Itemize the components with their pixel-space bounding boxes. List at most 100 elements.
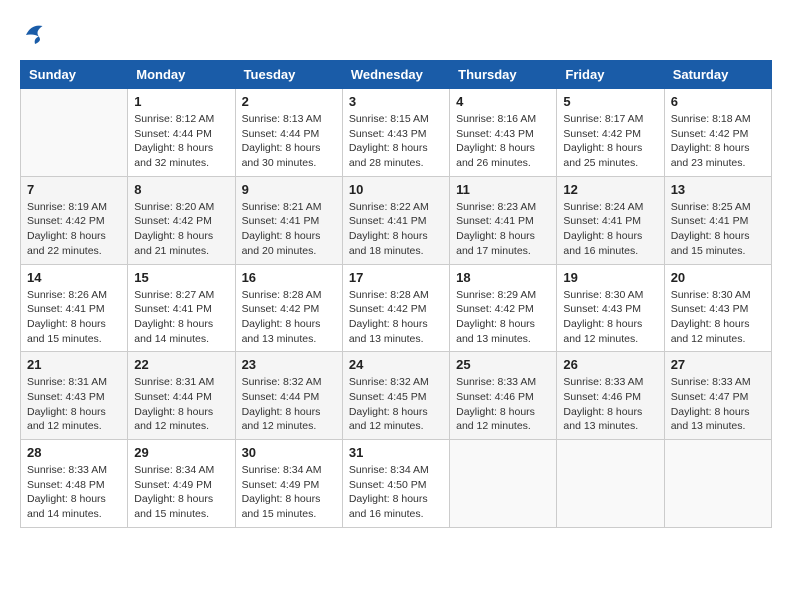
day-number: 16 <box>242 270 336 285</box>
calendar-cell: 11 Sunrise: 8:23 AMSunset: 4:41 PMDayligh… <box>450 176 557 264</box>
day-number: 24 <box>349 357 443 372</box>
day-info: Sunrise: 8:25 AMSunset: 4:41 PMDaylight:… <box>671 200 765 259</box>
day-info: Sunrise: 8:12 AMSunset: 4:44 PMDaylight:… <box>134 112 228 171</box>
weekday-header-row: SundayMondayTuesdayWednesdayThursdayFrid… <box>21 61 772 89</box>
day-info: Sunrise: 8:15 AMSunset: 4:43 PMDaylight:… <box>349 112 443 171</box>
calendar-cell: 25Sunrise: 8:33 AMSunset: 4:46 PMDayligh… <box>450 352 557 440</box>
weekday-header-tuesday: Tuesday <box>235 61 342 89</box>
logo <box>20 20 54 50</box>
logo-icon <box>20 20 50 50</box>
day-info: Sunrise: 8:22 AMSunset: 4:41 PMDaylight:… <box>349 200 443 259</box>
calendar-cell: 13 Sunrise: 8:25 AMSunset: 4:41 PMDayligh… <box>664 176 771 264</box>
day-info: Sunrise: 8:18 AMSunset: 4:42 PMDaylight:… <box>671 112 765 171</box>
day-info: Sunrise: 8:32 AMSunset: 4:44 PMDaylight:… <box>242 375 336 434</box>
weekday-header-wednesday: Wednesday <box>342 61 449 89</box>
day-info: Sunrise: 8:33 AMSunset: 4:46 PMDaylight:… <box>456 375 550 434</box>
day-info: Sunrise: 8:28 AMSunset: 4:42 PMDaylight:… <box>349 288 443 347</box>
calendar-cell: 15 Sunrise: 8:27 AMSunset: 4:41 PMDayligh… <box>128 264 235 352</box>
day-info: Sunrise: 8:17 AMSunset: 4:42 PMDaylight:… <box>563 112 657 171</box>
day-number: 23 <box>242 357 336 372</box>
day-info: Sunrise: 8:27 AMSunset: 4:41 PMDaylight:… <box>134 288 228 347</box>
calendar-cell: 2 Sunrise: 8:13 AMSunset: 4:44 PMDaylight… <box>235 89 342 177</box>
weekday-header-friday: Friday <box>557 61 664 89</box>
calendar-cell: 26Sunrise: 8:33 AMSunset: 4:46 PMDayligh… <box>557 352 664 440</box>
calendar-week-row: 14 Sunrise: 8:26 AMSunset: 4:41 PMDayligh… <box>21 264 772 352</box>
day-info: Sunrise: 8:32 AMSunset: 4:45 PMDaylight:… <box>349 375 443 434</box>
calendar-cell: 5 Sunrise: 8:17 AMSunset: 4:42 PMDaylight… <box>557 89 664 177</box>
day-number: 31 <box>349 445 443 460</box>
day-number: 29 <box>134 445 228 460</box>
calendar-cell: 30 Sunrise: 8:34 AMSunset: 4:49 PMDayligh… <box>235 440 342 528</box>
calendar-cell: 4 Sunrise: 8:16 AMSunset: 4:43 PMDaylight… <box>450 89 557 177</box>
day-info: Sunrise: 8:29 AMSunset: 4:42 PMDaylight:… <box>456 288 550 347</box>
calendar-cell <box>664 440 771 528</box>
calendar-cell <box>450 440 557 528</box>
day-number: 22 <box>134 357 228 372</box>
day-info: Sunrise: 8:31 AMSunset: 4:44 PMDaylight:… <box>134 375 228 434</box>
calendar-cell: 16 Sunrise: 8:28 AMSunset: 4:42 PMDayligh… <box>235 264 342 352</box>
day-info: Sunrise: 8:13 AMSunset: 4:44 PMDaylight:… <box>242 112 336 171</box>
day-info: Sunrise: 8:28 AMSunset: 4:42 PMDaylight:… <box>242 288 336 347</box>
day-info: Sunrise: 8:20 AMSunset: 4:42 PMDaylight:… <box>134 200 228 259</box>
day-info: Sunrise: 8:30 AMSunset: 4:43 PMDaylight:… <box>671 288 765 347</box>
day-number: 8 <box>134 182 228 197</box>
calendar-cell: 3 Sunrise: 8:15 AMSunset: 4:43 PMDaylight… <box>342 89 449 177</box>
day-number: 5 <box>563 94 657 109</box>
day-info: Sunrise: 8:26 AMSunset: 4:41 PMDaylight:… <box>27 288 121 347</box>
calendar-cell: 31 Sunrise: 8:34 AMSunset: 4:50 PMDayligh… <box>342 440 449 528</box>
calendar-cell: 1 Sunrise: 8:12 AMSunset: 4:44 PMDaylight… <box>128 89 235 177</box>
day-info: Sunrise: 8:19 AMSunset: 4:42 PMDaylight:… <box>27 200 121 259</box>
page-header <box>20 20 772 50</box>
day-info: Sunrise: 8:34 AMSunset: 4:49 PMDaylight:… <box>242 463 336 522</box>
day-info: Sunrise: 8:33 AMSunset: 4:48 PMDaylight:… <box>27 463 121 522</box>
day-number: 20 <box>671 270 765 285</box>
calendar-cell: 9 Sunrise: 8:21 AMSunset: 4:41 PMDaylight… <box>235 176 342 264</box>
day-number: 10 <box>349 182 443 197</box>
day-number: 2 <box>242 94 336 109</box>
calendar-cell: 29Sunrise: 8:34 AMSunset: 4:49 PMDayligh… <box>128 440 235 528</box>
day-number: 7 <box>27 182 121 197</box>
calendar-cell: 14 Sunrise: 8:26 AMSunset: 4:41 PMDayligh… <box>21 264 128 352</box>
calendar-week-row: 1 Sunrise: 8:12 AMSunset: 4:44 PMDaylight… <box>21 89 772 177</box>
day-info: Sunrise: 8:31 AMSunset: 4:43 PMDaylight:… <box>27 375 121 434</box>
day-number: 6 <box>671 94 765 109</box>
day-number: 28 <box>27 445 121 460</box>
calendar-cell: 18Sunrise: 8:29 AMSunset: 4:42 PMDayligh… <box>450 264 557 352</box>
day-info: Sunrise: 8:30 AMSunset: 4:43 PMDaylight:… <box>563 288 657 347</box>
day-number: 30 <box>242 445 336 460</box>
day-number: 1 <box>134 94 228 109</box>
calendar-cell: 23 Sunrise: 8:32 AMSunset: 4:44 PMDayligh… <box>235 352 342 440</box>
calendar-cell: 6 Sunrise: 8:18 AMSunset: 4:42 PMDaylight… <box>664 89 771 177</box>
day-info: Sunrise: 8:33 AMSunset: 4:47 PMDaylight:… <box>671 375 765 434</box>
day-number: 17 <box>349 270 443 285</box>
day-info: Sunrise: 8:34 AMSunset: 4:50 PMDaylight:… <box>349 463 443 522</box>
day-number: 3 <box>349 94 443 109</box>
day-info: Sunrise: 8:24 AMSunset: 4:41 PMDaylight:… <box>563 200 657 259</box>
day-info: Sunrise: 8:16 AMSunset: 4:43 PMDaylight:… <box>456 112 550 171</box>
day-number: 9 <box>242 182 336 197</box>
day-number: 15 <box>134 270 228 285</box>
calendar-cell: 22 Sunrise: 8:31 AMSunset: 4:44 PMDayligh… <box>128 352 235 440</box>
calendar-cell: 20 Sunrise: 8:30 AMSunset: 4:43 PMDayligh… <box>664 264 771 352</box>
calendar-table: SundayMondayTuesdayWednesdayThursdayFrid… <box>20 60 772 528</box>
day-number: 21 <box>27 357 121 372</box>
day-number: 14 <box>27 270 121 285</box>
calendar-cell: 10 Sunrise: 8:22 AMSunset: 4:41 PMDayligh… <box>342 176 449 264</box>
day-number: 11 <box>456 182 550 197</box>
calendar-cell: 17 Sunrise: 8:28 AMSunset: 4:42 PMDayligh… <box>342 264 449 352</box>
calendar-cell: 7 Sunrise: 8:19 AMSunset: 4:42 PMDaylight… <box>21 176 128 264</box>
day-number: 13 <box>671 182 765 197</box>
weekday-header-monday: Monday <box>128 61 235 89</box>
weekday-header-sunday: Sunday <box>21 61 128 89</box>
day-info: Sunrise: 8:33 AMSunset: 4:46 PMDaylight:… <box>563 375 657 434</box>
day-number: 12 <box>563 182 657 197</box>
weekday-header-thursday: Thursday <box>450 61 557 89</box>
day-info: Sunrise: 8:21 AMSunset: 4:41 PMDaylight:… <box>242 200 336 259</box>
calendar-cell <box>557 440 664 528</box>
day-number: 4 <box>456 94 550 109</box>
day-info: Sunrise: 8:23 AMSunset: 4:41 PMDaylight:… <box>456 200 550 259</box>
weekday-header-saturday: Saturday <box>664 61 771 89</box>
calendar-cell: 12 Sunrise: 8:24 AMSunset: 4:41 PMDayligh… <box>557 176 664 264</box>
calendar-week-row: 21 Sunrise: 8:31 AMSunset: 4:43 PMDayligh… <box>21 352 772 440</box>
calendar-cell: 28 Sunrise: 8:33 AMSunset: 4:48 PMDayligh… <box>21 440 128 528</box>
